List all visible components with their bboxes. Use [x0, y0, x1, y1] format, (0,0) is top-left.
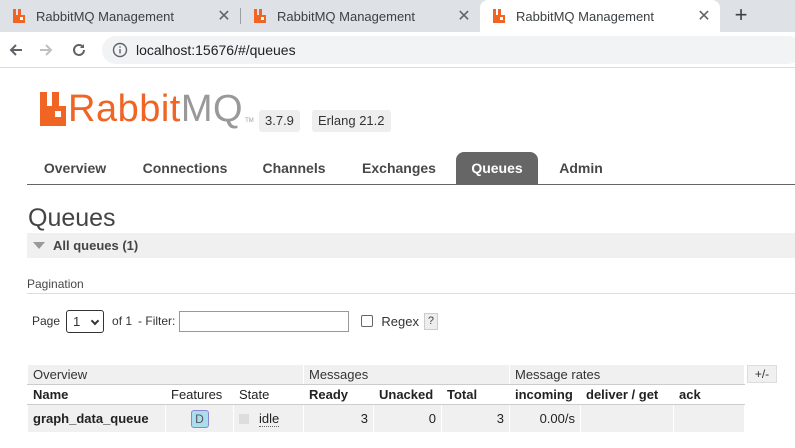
regex-checkbox[interactable]	[361, 315, 374, 327]
logo-rabbit-text: Rabbit	[68, 88, 181, 130]
info-icon[interactable]	[112, 42, 128, 58]
state-text: idle	[259, 411, 280, 427]
browser-tab-3-active[interactable]: RabbitMQ Management ✕	[480, 0, 720, 32]
nav-tab-connections[interactable]: Connections	[131, 152, 239, 184]
regex-help-button[interactable]: ?	[423, 312, 438, 330]
incoming-rate-cell: 0.00/s	[509, 404, 581, 433]
pagination-title: Pagination	[27, 277, 84, 291]
col-header-features: Features	[165, 384, 234, 405]
unacked-cell: 0	[373, 404, 442, 433]
column-toggle-button[interactable]: +/-	[747, 365, 777, 383]
page-select-value: 1	[73, 313, 81, 329]
chevron-down-icon	[90, 316, 100, 325]
new-tab-icon[interactable]: +	[728, 4, 754, 28]
state-indicator	[239, 414, 249, 424]
browser-tab-2[interactable]: RabbitMQ Management ✕	[241, 0, 480, 32]
filter-label: - Filter:	[138, 314, 176, 328]
close-tab-icon[interactable]: ✕	[696, 8, 712, 25]
pagination-controls: Page 1 of 1 - Filter: Regex ?	[32, 309, 438, 333]
forward-arrow-icon[interactable]	[34, 38, 58, 62]
erlang-version-badge: Erlang 21.2	[312, 110, 391, 132]
browser-tab-label: RabbitMQ Management	[277, 8, 416, 24]
close-tab-icon[interactable]: ✕	[216, 8, 232, 25]
nav-tab-exchanges[interactable]: Exchanges	[349, 152, 449, 184]
page-select[interactable]: 1	[66, 309, 105, 333]
url-text: localhost:15676/#/queues	[136, 42, 296, 58]
pagination-divider	[27, 293, 795, 294]
group-header-message-rates: Message rates	[509, 364, 745, 385]
all-queues-section-toggle[interactable]: All queues (1)	[27, 233, 795, 258]
nav-tab-channels[interactable]: Channels	[249, 152, 339, 184]
browser-tab-label: RabbitMQ Management	[516, 8, 655, 24]
group-header-overview: Overview	[27, 364, 304, 385]
browser-tab-label: RabbitMQ Management	[36, 8, 175, 24]
features-cell: D	[165, 404, 234, 433]
col-header-total[interactable]: Total	[441, 384, 510, 405]
address-bar: localhost:15676/#/queues	[0, 32, 795, 68]
main-nav: Overview Connections Channels Exchanges …	[27, 152, 795, 185]
table-header-row: Name Features State Ready Unacked Total …	[27, 384, 745, 405]
section-title: All queues (1)	[53, 238, 139, 253]
total-cell: 3	[441, 404, 510, 433]
rabbitmq-favicon-icon	[13, 9, 25, 23]
ready-cell: 3	[303, 404, 374, 433]
browser-tab-bar: RabbitMQ Management ✕ RabbitMQ Managemen…	[0, 0, 795, 32]
col-header-incoming[interactable]: incoming	[509, 384, 581, 405]
nav-tab-overview[interactable]: Overview	[27, 152, 123, 184]
queues-table: Overview Messages Message rates Name Fea…	[27, 364, 745, 433]
logo-trademark: TM	[245, 118, 254, 124]
regex-label: Regex	[381, 313, 419, 329]
close-tab-icon[interactable]: ✕	[456, 8, 472, 25]
rabbitmq-favicon-icon	[493, 9, 505, 23]
col-header-unacked[interactable]: Unacked	[373, 384, 442, 405]
page-label: Page	[32, 314, 61, 328]
queue-name-link[interactable]: graph_data_queue	[27, 404, 166, 433]
durable-feature-badge: D	[190, 409, 209, 428]
reload-icon[interactable]	[67, 38, 91, 62]
collapse-triangle-icon	[33, 242, 45, 249]
rabbitmq-favicon-icon	[254, 9, 266, 23]
filter-input[interactable]	[179, 310, 350, 332]
logo-mq-text: MQ	[180, 88, 244, 130]
rabbitmq-version-badge: 3.7.9	[259, 110, 300, 132]
col-header-state[interactable]: State	[233, 384, 304, 405]
col-header-ack[interactable]: ack	[673, 384, 745, 405]
nav-tab-admin[interactable]: Admin	[547, 152, 615, 184]
page-count-label: of 1	[112, 314, 133, 328]
nav-tab-queues[interactable]: Queues	[456, 152, 538, 184]
url-field[interactable]: localhost:15676/#/queues	[102, 36, 795, 64]
col-header-name[interactable]: Name	[27, 384, 166, 405]
ack-rate-cell	[673, 404, 745, 433]
page-title: Queues	[28, 204, 116, 232]
state-cell: idle	[233, 404, 304, 433]
rabbitmq-logo-icon	[40, 92, 66, 126]
deliver-get-rate-cell	[580, 404, 674, 433]
table-group-header-row: Overview Messages Message rates	[27, 364, 745, 385]
back-arrow-icon[interactable]	[4, 38, 28, 62]
rabbitmq-logo[interactable]: Rabbit MQ TM	[38, 88, 254, 130]
col-header-ready[interactable]: Ready	[303, 384, 374, 405]
table-row: graph_data_queue D idle 3 0 3 0.00/s	[27, 404, 745, 433]
col-header-deliver-get[interactable]: deliver / get	[580, 384, 674, 405]
group-header-messages: Messages	[303, 364, 510, 385]
browser-tab-1[interactable]: RabbitMQ Management ✕	[0, 0, 240, 32]
